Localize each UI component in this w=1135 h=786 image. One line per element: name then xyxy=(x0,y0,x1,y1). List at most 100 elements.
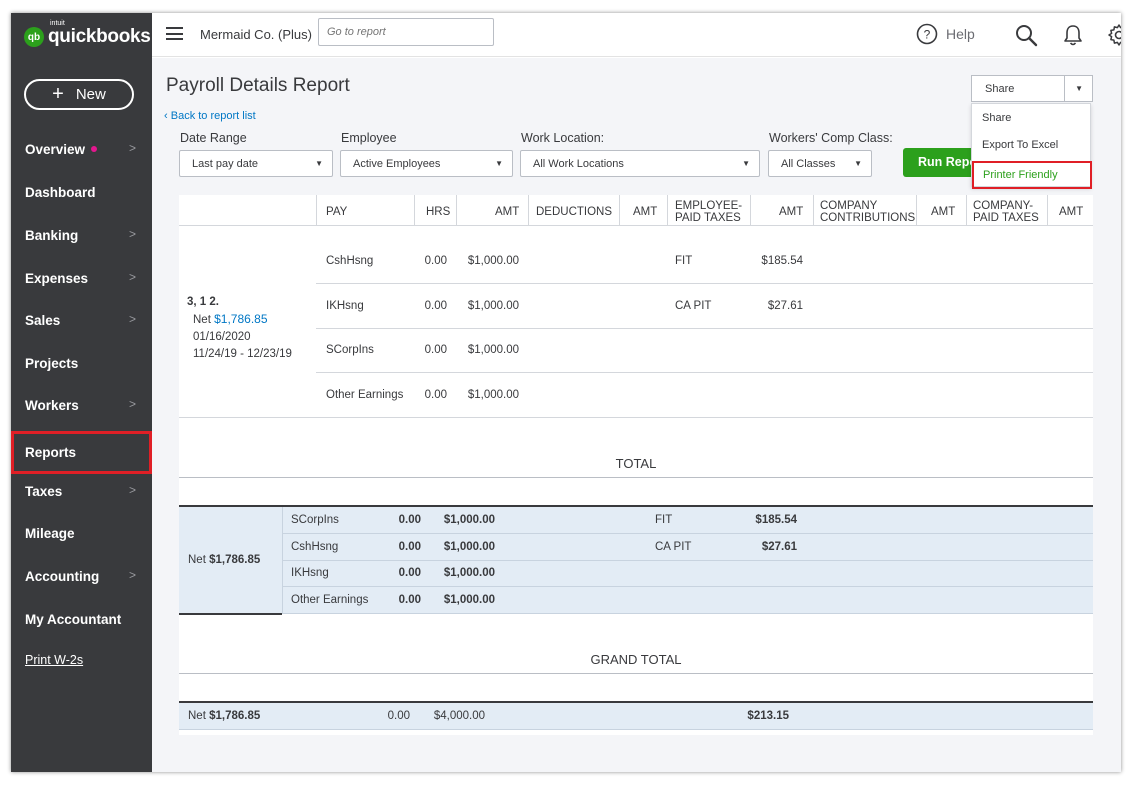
total-amount-value: $1,000.00 xyxy=(443,594,495,606)
pay-item: CshHsng xyxy=(326,255,374,267)
hours-value: 0.00 xyxy=(424,344,447,356)
sidebar-item-taxes[interactable]: Taxes > xyxy=(11,471,152,511)
sidebar-item-print-w2s[interactable]: Print W-2s xyxy=(11,640,152,680)
sidebar-item-expenses[interactable]: Expenses > xyxy=(11,258,152,298)
svg-text:?: ? xyxy=(924,28,931,42)
chevron-right-icon: > xyxy=(128,312,136,326)
share-menu: Share Export To Excel Printer Friendly xyxy=(971,103,1092,189)
sidebar-item-label: Reports xyxy=(25,445,77,460)
bell-icon[interactable] xyxy=(1062,23,1084,47)
net-label: Net xyxy=(188,710,206,722)
work-location-select[interactable]: All Work Locations ▼ xyxy=(520,150,760,177)
menu-item-printer-friendly[interactable]: Printer Friendly xyxy=(972,161,1092,189)
sidebar-item-label: My Accountant xyxy=(25,611,122,627)
total-amount-value: $1,000.00 xyxy=(443,541,495,553)
back-link-label: Back to report list xyxy=(170,110,256,122)
total-net: Net $1,786.85 xyxy=(188,554,260,566)
column-header-amt: AMT xyxy=(1059,206,1084,218)
date-range-value: Last pay date xyxy=(192,158,259,170)
hours-value: 0.00 xyxy=(424,300,447,312)
tax-amount-value: $185.54 xyxy=(761,255,803,267)
total-hours-value: 0.00 xyxy=(398,541,421,553)
chevron-right-icon: > xyxy=(128,568,136,582)
sidebar-item-overview[interactable]: Overview > xyxy=(11,129,152,169)
pay-date: 01/16/2020 xyxy=(193,331,251,343)
work-location-value: All Work Locations xyxy=(533,158,624,170)
sidebar-item-label: Sales xyxy=(25,312,61,328)
share-button-label: Share xyxy=(985,83,1015,95)
column-header-company-contributions: COMPANY CONTRIBUTIONS xyxy=(820,200,916,224)
total-heading: TOTAL xyxy=(615,456,657,471)
search-icon[interactable] xyxy=(1014,23,1038,47)
net-label: Net xyxy=(188,554,206,566)
sidebar-item-my-accountant[interactable]: My Accountant xyxy=(11,599,152,639)
company-name: Mermaid Co. (Plus) xyxy=(200,27,312,42)
sidebar-item-dashboard[interactable]: Dashboard xyxy=(11,172,152,212)
sidebar-item-label: Overview xyxy=(25,141,86,157)
sidebar-item-label: Dashboard xyxy=(25,184,96,200)
work-location-label: Work Location: xyxy=(521,131,605,145)
column-header-amt: AMT xyxy=(495,206,520,218)
sidebar-item-projects[interactable]: Projects xyxy=(11,343,152,383)
sidebar-item-label: Banking xyxy=(25,227,79,243)
chevron-right-icon: > xyxy=(128,483,136,497)
help-icon: ? xyxy=(916,23,938,45)
caret-down-icon: ▼ xyxy=(315,159,323,168)
menu-item-export-to-excel[interactable]: Export To Excel xyxy=(982,139,1058,151)
sidebar-item-label: Print W-2s xyxy=(25,653,84,667)
logo-wordmark: quickbooks xyxy=(48,26,151,47)
sidebar-item-sales[interactable]: Sales > xyxy=(11,300,152,340)
total-hours-value: 0.00 xyxy=(398,594,421,606)
net-label: Net xyxy=(193,314,211,326)
sidebar-item-accounting[interactable]: Accounting > xyxy=(11,556,152,596)
column-header-amt: AMT xyxy=(779,206,804,218)
workers-comp-class-value: All Classes xyxy=(781,158,836,170)
sidebar-item-workers[interactable]: Workers > xyxy=(11,385,152,425)
sidebar-item-mileage[interactable]: Mileage xyxy=(11,513,152,553)
app-window: qb intuit quickbooks + New Overview > Da… xyxy=(11,13,1121,772)
logo-intuit-text: intuit xyxy=(50,20,65,27)
total-tax-amount-value: $185.54 xyxy=(755,514,797,526)
total-hours-value: 0.00 xyxy=(398,567,421,579)
top-header: Mermaid Co. (Plus) ? Help xyxy=(152,13,1121,57)
sidebar-item-label: Expenses xyxy=(25,270,89,286)
new-button[interactable]: + New xyxy=(24,79,134,110)
column-header-pay: PAY xyxy=(326,206,348,218)
share-dropdown-button[interactable]: Share ▼ xyxy=(971,75,1093,102)
hours-value: 0.00 xyxy=(424,255,447,267)
logo-text: intuit quickbooks xyxy=(48,20,151,48)
menu-item-share[interactable]: Share xyxy=(982,112,1011,124)
total-pay-item: Other Earnings xyxy=(291,594,369,606)
caret-down-icon: ▼ xyxy=(854,159,862,168)
sidebar-item-reports[interactable]: Reports xyxy=(11,431,152,474)
total-amount-value: $1,000.00 xyxy=(443,514,495,526)
new-button-label: New xyxy=(75,86,106,103)
chevron-right-icon: > xyxy=(128,141,136,155)
sidebar-item-banking[interactable]: Banking > xyxy=(11,215,152,255)
page-title: Payroll Details Report xyxy=(166,75,350,96)
column-header-company-paid-taxes: COMPANY- PAID TAXES xyxy=(973,200,1039,224)
column-header-amt: AMT xyxy=(931,206,956,218)
employee-net-link[interactable]: $1,786.85 xyxy=(214,312,267,326)
workers-comp-class-select[interactable]: All Classes ▼ xyxy=(768,150,872,177)
caret-down-icon: ▼ xyxy=(742,159,750,168)
workers-comp-class-label: Workers' Comp Class: xyxy=(769,131,893,145)
amount-value: $1,000.00 xyxy=(467,255,519,267)
tax-item: CA PIT xyxy=(675,300,712,312)
date-range-select[interactable]: Last pay date ▼ xyxy=(179,150,333,177)
employee-label: Employee xyxy=(341,131,397,145)
total-net-value: $1,786.85 xyxy=(209,554,261,566)
grand-total-tax-amount-value: $213.15 xyxy=(747,710,789,722)
total-hours-value: 0.00 xyxy=(398,514,421,526)
column-header-amt: AMT xyxy=(633,206,658,218)
gear-icon[interactable] xyxy=(1107,23,1121,47)
caret-down-icon: ▼ xyxy=(495,159,503,168)
date-range-label: Date Range xyxy=(180,131,247,145)
quickbooks-logo[interactable]: qb intuit quickbooks xyxy=(24,20,151,49)
go-to-report-input[interactable] xyxy=(318,18,494,46)
total-pay-item: SCorpIns xyxy=(291,514,339,526)
back-to-report-list-link[interactable]: ‹ Back to report list xyxy=(164,110,256,122)
employee-select[interactable]: Active Employees ▼ xyxy=(340,150,513,177)
help-button[interactable]: ? Help xyxy=(916,23,975,45)
hamburger-icon[interactable] xyxy=(166,27,183,40)
